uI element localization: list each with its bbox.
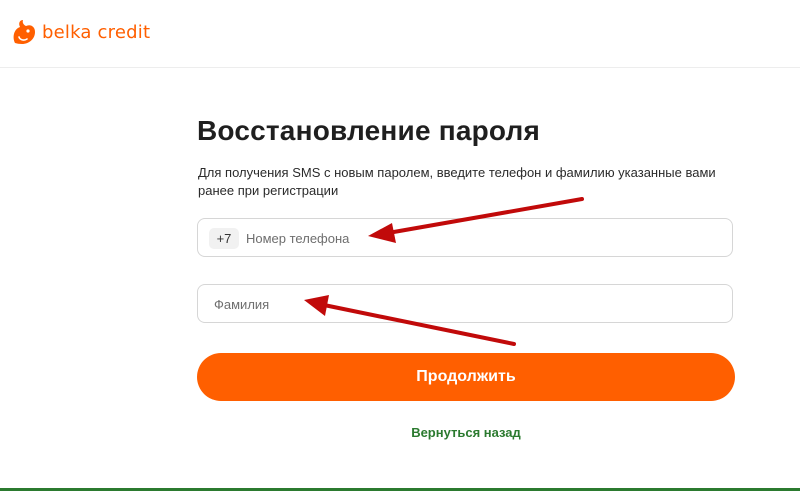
squirrel-logo-icon	[13, 20, 35, 44]
phone-field[interactable]: +7	[197, 218, 733, 258]
header: belka credit	[0, 0, 800, 68]
form-description: Для получения SMS с новым паролем, введи…	[198, 165, 716, 198]
country-code-prefix: +7	[209, 228, 239, 249]
password-recovery-page: belka credit Восстановление пароля Для п…	[0, 0, 800, 491]
surname-input[interactable]	[212, 285, 716, 324]
continue-button[interactable]: Продолжить	[197, 353, 735, 401]
page-title: Восстановление пароля	[197, 115, 541, 146]
surname-field[interactable]	[197, 284, 733, 324]
logo[interactable]: belka credit	[8, 15, 150, 49]
back-link[interactable]: Вернуться назад	[0, 425, 800, 440]
phone-input[interactable]	[244, 219, 718, 258]
brand-name: belka credit	[42, 21, 151, 43]
